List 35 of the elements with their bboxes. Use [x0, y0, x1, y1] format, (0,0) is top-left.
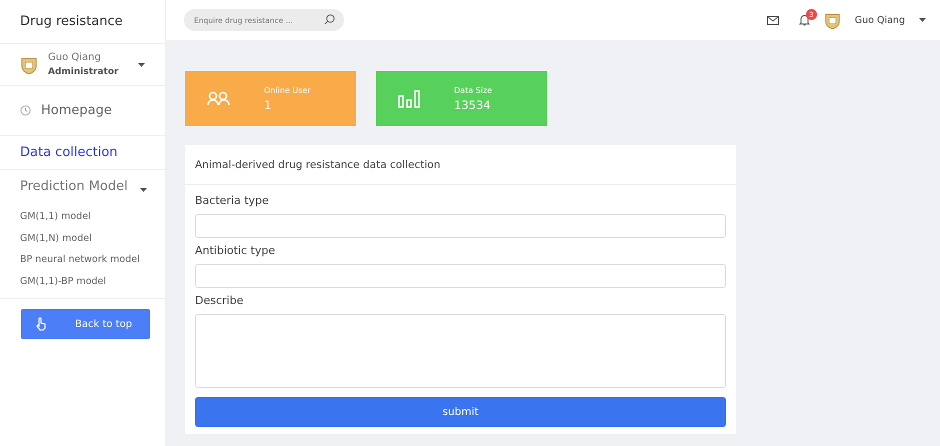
stat-label: Online User [264, 86, 311, 94]
caret-icon [140, 188, 147, 192]
field-label: Bacteria type [195, 194, 270, 207]
users-icon [207, 91, 230, 106]
nav-subitem[interactable]: GM(1,1) model [0, 206, 165, 228]
nav-item[interactable]: Homepage [0, 86, 165, 136]
nav-subitem[interactable]: BP neural network model [0, 249, 165, 270]
user-name: Guo Qiang [48, 52, 102, 63]
app-title: Drug resistance [0, 0, 165, 44]
stat-value: 1 [264, 98, 272, 112]
card-title: Animal-derived drug resistance data collection [185, 145, 736, 185]
bell-icon[interactable] [798, 14, 810, 26]
user-name[interactable]: Guo Qiang [854, 14, 905, 26]
caret-icon [919, 18, 926, 22]
clock-icon [20, 105, 31, 116]
hand-pointer-icon [35, 317, 47, 331]
nav-group[interactable]: Prediction Model [0, 170, 165, 202]
nav-subitem[interactable]: GM(1,1)-BP model [0, 270, 165, 292]
stat-label: Data Size [454, 86, 492, 94]
field-label: Describe [195, 294, 244, 307]
input-field[interactable] [195, 214, 726, 238]
submit-button[interactable]: submit [195, 397, 726, 427]
input-field[interactable] [195, 264, 726, 288]
back-to-top-button[interactable]: Back to top [21, 309, 150, 339]
bar-chart-icon [398, 90, 420, 108]
caret-icon [138, 62, 145, 66]
stat-value: 13534 [454, 98, 492, 112]
field-label: Antibiotic type [195, 244, 276, 257]
user-role: Administrator [48, 67, 120, 77]
user-menu[interactable]: Guo Qiang Administrator [0, 44, 165, 86]
mail-icon[interactable] [766, 16, 779, 24]
search-icon[interactable] [324, 14, 335, 25]
nav-item[interactable]: Data collection [0, 136, 165, 170]
nav-group-label: Prediction Model [20, 178, 128, 194]
nav-subitem[interactable]: GM(1,N) model [0, 228, 165, 249]
